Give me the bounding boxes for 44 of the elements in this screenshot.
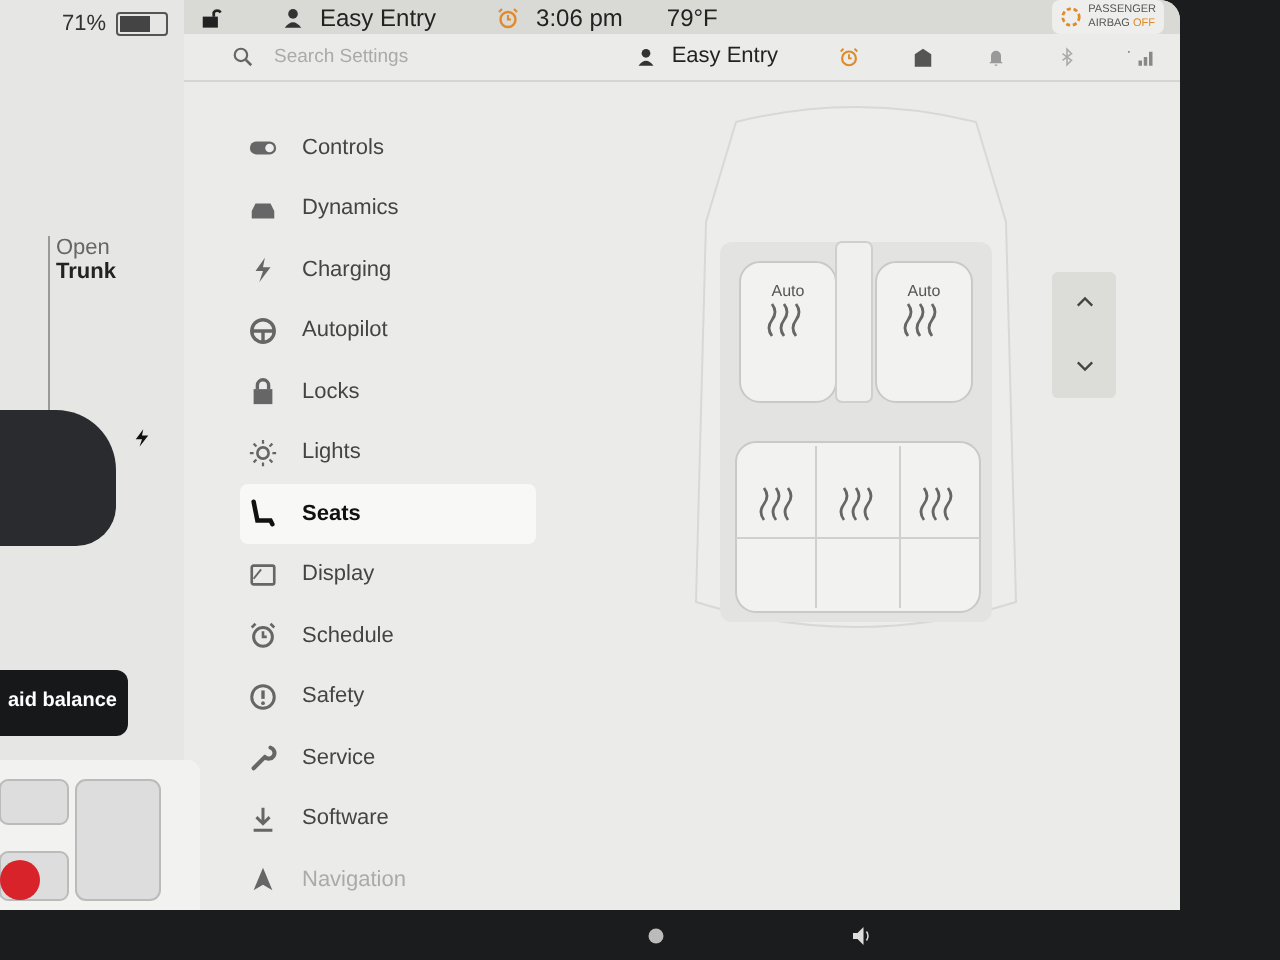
wheel-icon [248,315,278,346]
search-icon [232,45,254,68]
trunk-label[interactable]: Open [56,236,184,260]
battery-icon [116,12,168,36]
settings-menu-item[interactable]: Schedule [240,605,536,666]
garage-icon[interactable] [912,45,934,68]
chevron-up-icon [1075,296,1093,309]
nav-icon [248,864,278,895]
settings-menu-item[interactable]: Service [240,727,536,788]
display-icon [248,559,278,590]
settings-menu-item[interactable]: Controls [240,117,536,178]
notification-banner[interactable]: aid balance [0,669,128,736]
alarm-icon[interactable] [838,45,860,68]
settings-menu-item[interactable]: Lights [240,422,536,483]
person-icon [635,45,656,68]
battery-percent: 71% [61,12,106,36]
settings-menu-item[interactable]: Seats [240,483,536,544]
chevron-down-icon [1075,359,1093,372]
unlocked-icon[interactable] [200,5,222,30]
wrench-icon [248,742,278,773]
seat-icon [248,498,278,529]
settings-menu-item[interactable]: Safety [240,666,536,727]
settings-menu-item[interactable]: Autopilot [240,300,536,361]
trunk-label[interactable]: Trunk [56,260,184,284]
lock-icon [248,376,278,407]
profile-name[interactable]: Easy Entry [320,3,437,32]
settings-menu-item[interactable]: Software [240,788,536,849]
search-field[interactable]: Search Settings [270,43,598,70]
clock-time: 3:06 pm [536,3,623,32]
bluetooth-icon[interactable] [1058,45,1076,68]
alarm-icon [496,5,521,30]
alert-icon [248,681,278,712]
settings-menu-item[interactable]: Dynamics [240,178,536,239]
profile-name[interactable]: Easy Entry [671,44,778,69]
settings-menu-item[interactable]: Charging [240,239,536,300]
download-icon [248,803,278,834]
alarm-icon [248,620,278,651]
settings-menu-item[interactable]: Display [240,544,536,605]
sun-icon [248,437,278,468]
person-icon [282,5,304,30]
car-photo-placeholder [0,410,116,546]
bell-icon[interactable] [986,45,1006,68]
outside-temperature: 79°F [666,3,718,32]
settings-menu-item[interactable]: Locks [240,361,536,422]
